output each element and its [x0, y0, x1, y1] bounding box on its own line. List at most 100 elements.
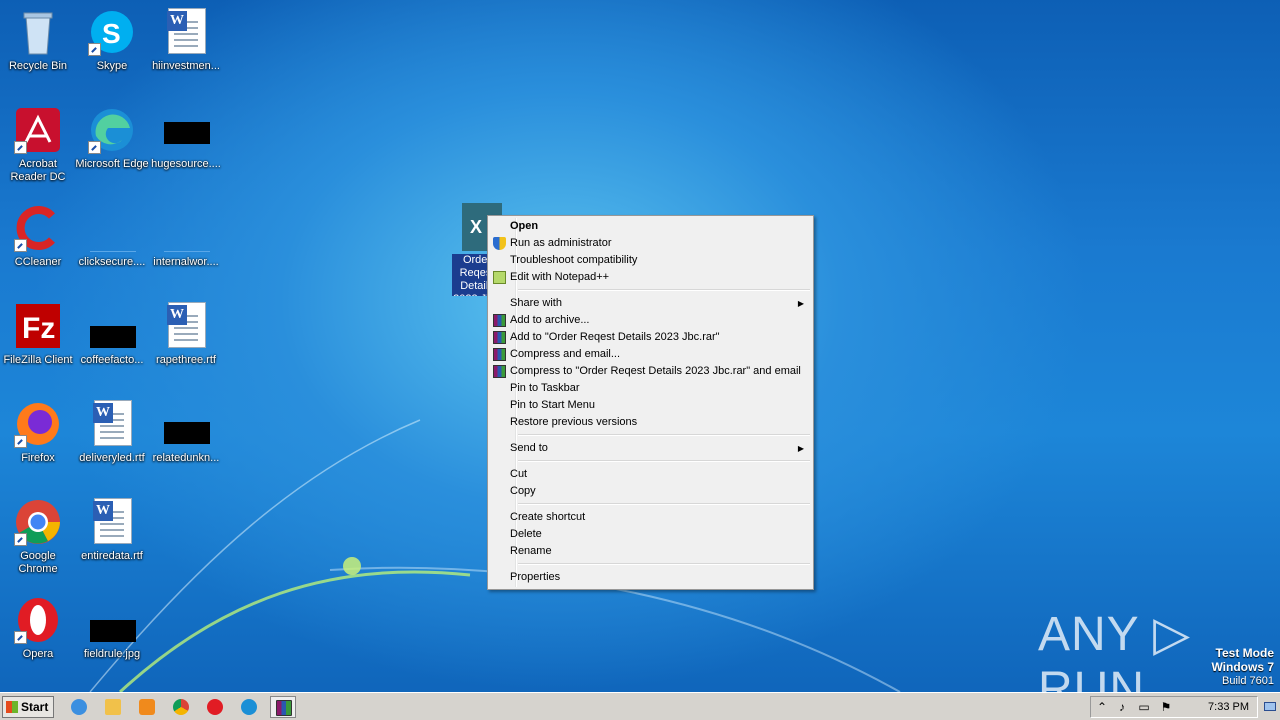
desktop-icon-opera[interactable]: Opera	[0, 590, 76, 661]
network-icon[interactable]: ▭	[1137, 700, 1151, 714]
desktop-icon-ccleaner[interactable]: CCleaner	[0, 198, 76, 269]
desktop-icon-firefox[interactable]: Firefox	[0, 394, 76, 465]
menu-item-pin-taskbar[interactable]: Pin to Taskbar	[491, 380, 810, 397]
menu-item-compress-to-rar-email[interactable]: Compress to "Order Reqest Details 2023 J…	[491, 363, 810, 380]
menu-item-delete[interactable]: Delete	[491, 526, 810, 543]
menu-item-label: Add to "Order Reqest Details 2023 Jbc.ra…	[510, 331, 720, 343]
taskbar-winrar-button[interactable]	[270, 696, 296, 718]
shortcut-arrow-icon	[14, 631, 27, 644]
opera-icon	[14, 596, 62, 644]
taskbar-ie-button[interactable]	[66, 696, 92, 718]
desktop-icon-label: fieldrule.jpg	[83, 648, 141, 660]
menu-item-properties[interactable]: Properties	[491, 569, 810, 586]
desktop-icon-label: Firefox	[21, 452, 55, 464]
menu-item-open[interactable]: Open	[491, 218, 810, 235]
tray-chevron-icon[interactable]: ⌃	[1095, 700, 1109, 714]
desktop-icon-internalwor[interactable]: internalwor....	[148, 198, 224, 269]
build-number-label: Build 7601	[1222, 675, 1274, 687]
menu-item-share-with[interactable]: Share with ▶	[491, 295, 810, 312]
taskbar-explorer-button[interactable]	[100, 696, 126, 718]
desktop-icon-hiinvestmen[interactable]: W hiinvestmen...	[148, 2, 224, 73]
edge-icon	[241, 699, 257, 715]
desktop-icon-edge[interactable]: Microsoft Edge	[74, 100, 150, 171]
taskbar-chrome-button[interactable]	[168, 696, 194, 718]
taskbar: Start ⌃ ♪ ▭ ⚑ 7:33 PM	[0, 692, 1280, 720]
show-desktop-button[interactable]	[1262, 696, 1278, 718]
shortcut-arrow-icon	[14, 141, 27, 154]
menu-item-add-to-archive[interactable]: Add to archive...	[491, 312, 810, 329]
desktop-icon-skype[interactable]: S Skype	[74, 2, 150, 73]
desktop-icon-label: entiredata.rtf	[81, 550, 143, 562]
taskbar-media-player-button[interactable]	[134, 696, 160, 718]
menu-item-label: Run as administrator	[510, 237, 612, 249]
desktop-icon-filezilla[interactable]: Fz FileZilla Client	[0, 296, 76, 367]
firefox-icon	[14, 400, 62, 448]
menu-item-copy[interactable]: Copy	[491, 483, 810, 500]
volume-icon[interactable]: ♪	[1115, 700, 1129, 714]
menu-item-label: Open	[510, 220, 539, 232]
menu-item-label: Pin to Taskbar	[510, 382, 580, 394]
menu-item-compress-email[interactable]: Compress and email...	[491, 346, 810, 363]
word-document-icon: W	[162, 8, 210, 56]
menu-item-label: Share with	[510, 297, 562, 309]
menu-item-cut[interactable]: Cut	[491, 466, 810, 483]
desktop-icon-deliveryled[interactable]: W deliveryled.rtf	[74, 394, 150, 465]
desktop-icon-coffeefacto[interactable]: coffeefacto...	[74, 296, 150, 367]
shortcut-arrow-icon	[88, 141, 101, 154]
menu-item-send-to[interactable]: Send to ▶	[491, 440, 810, 457]
menu-item-pin-start[interactable]: Pin to Start Menu	[491, 397, 810, 414]
action-center-flag-icon[interactable]: ⚑	[1159, 700, 1173, 714]
desktop-icon-label: Opera	[22, 648, 54, 660]
menu-item-restore-versions[interactable]: Restore previous versions	[491, 414, 810, 431]
blank-file-icon	[162, 204, 210, 252]
desktop-icon-label: rapethree.rtf	[156, 354, 216, 366]
shortcut-arrow-icon	[14, 435, 27, 448]
context-menu: Open Run as administrator Troubleshoot c…	[487, 215, 814, 590]
desktop-icon-rapethree[interactable]: W rapethree.rtf	[148, 296, 224, 367]
menu-item-create-shortcut[interactable]: Create shortcut	[491, 509, 810, 526]
menu-separator	[518, 289, 810, 291]
winrar-icon	[493, 365, 506, 378]
recycle-bin-icon	[14, 8, 62, 56]
menu-item-troubleshoot[interactable]: Troubleshoot compatibility	[491, 252, 810, 269]
menu-item-label: Properties	[510, 571, 561, 583]
clock[interactable]: 7:33 PM	[1208, 697, 1249, 717]
menu-item-label: Edit with Notepad++	[510, 271, 610, 283]
desktop-icon-clicksecure[interactable]: clicksecure....	[74, 198, 150, 269]
ccleaner-icon	[14, 204, 62, 252]
desktop-icon-fieldrule[interactable]: fieldrule.jpg	[74, 590, 150, 661]
menu-item-label: Pin to Start Menu	[510, 399, 595, 411]
desktop-icon-label: relatedunkn...	[152, 452, 220, 464]
desktop-icon-label: Google Chrome	[18, 550, 58, 575]
menu-item-edit-notepadpp[interactable]: Edit with Notepad++	[491, 269, 810, 286]
word-document-icon: W	[88, 400, 136, 448]
menu-separator	[518, 434, 810, 436]
desktop-icon-acrobat[interactable]: Acrobat Reader DC	[0, 100, 76, 184]
menu-item-rename[interactable]: Rename	[491, 543, 810, 560]
start-button[interactable]: Start	[2, 696, 54, 718]
submenu-arrow-icon: ▶	[797, 299, 804, 308]
desktop-icon-relatedunkn[interactable]: relatedunkn...	[148, 394, 224, 465]
menu-item-label: Troubleshoot compatibility	[510, 254, 638, 266]
menu-item-label: Rename	[510, 545, 552, 557]
taskbar-edge-button[interactable]	[236, 696, 262, 718]
menu-item-run-as-admin[interactable]: Run as administrator	[491, 235, 810, 252]
taskbar-opera-button[interactable]	[202, 696, 228, 718]
windows-version-label: Windows 7	[1211, 660, 1274, 674]
menu-item-add-to-rar[interactable]: Add to "Order Reqest Details 2023 Jbc.ra…	[491, 329, 810, 346]
desktop-icon-entiredata[interactable]: W entiredata.rtf	[74, 492, 150, 563]
svg-text:Fz: Fz	[22, 312, 55, 345]
media-player-icon	[139, 699, 155, 715]
desktop-icon-hugesource[interactable]: hugesource....	[148, 100, 224, 171]
blank-file-icon	[88, 204, 136, 252]
desktop-icon-label: internalwor....	[153, 256, 219, 268]
menu-separator	[518, 563, 810, 565]
desktop-icon-chrome[interactable]: Google Chrome	[0, 492, 76, 576]
menu-item-label: Restore previous versions	[510, 416, 638, 428]
uac-shield-icon	[493, 237, 506, 250]
start-label: Start	[21, 700, 49, 714]
blank-file-icon	[88, 596, 136, 644]
desktop-icon-label: FileZilla Client	[3, 354, 73, 366]
desktop-icon-recycle-bin[interactable]: Recycle Bin	[0, 2, 76, 73]
os-build-info: Test Mode Windows 7 Build 7601	[1211, 646, 1274, 688]
